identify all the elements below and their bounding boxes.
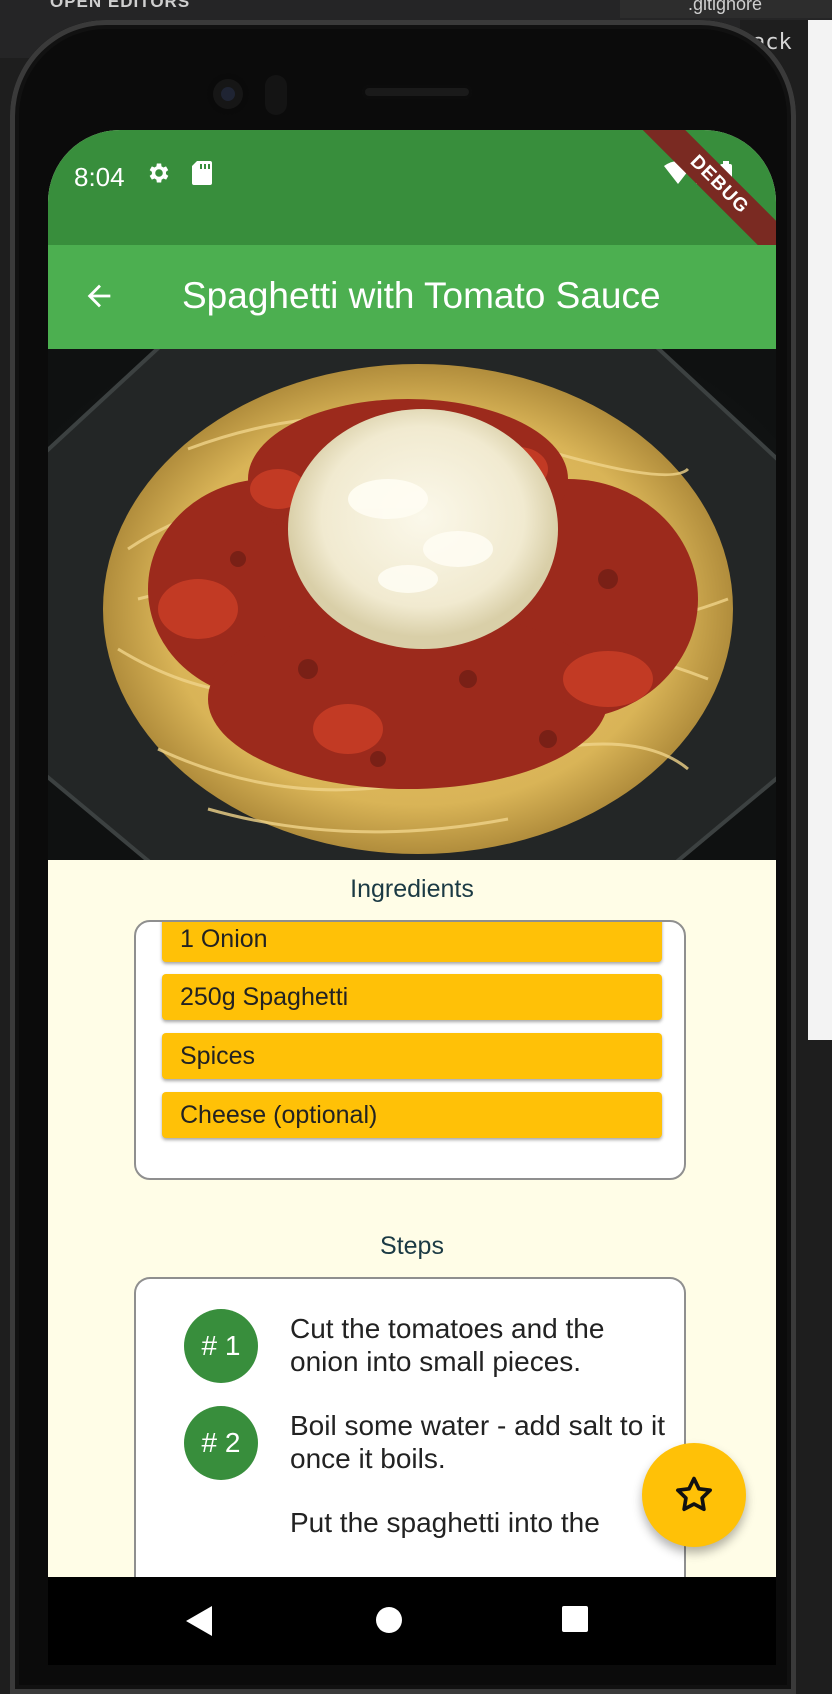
- step-number-badge: # 2: [184, 1406, 258, 1480]
- editor-tab-gitignore[interactable]: .gitignore: [620, 0, 832, 18]
- status-bar: 8:04 DEBUG: [48, 130, 776, 277]
- recents-square-icon[interactable]: [561, 1605, 589, 1638]
- page-title: Spaghetti with Tomato Sauce: [182, 275, 661, 316]
- open-editors-label: OPEN EDITORS: [50, 0, 191, 11]
- editor-tab-label: .gitignore: [688, 0, 763, 14]
- ingredient-item: Spices: [162, 1033, 662, 1079]
- ingredients-card[interactable]: 1 Onion 250g Spaghetti Spices Cheese (optio…: [134, 920, 686, 1180]
- favorite-button[interactable]: [642, 1443, 746, 1547]
- earpiece-speaker: [362, 85, 472, 99]
- ingredient-item: 250g Spaghetti: [162, 974, 662, 1020]
- step-text: Boil some water - add salt to it once it…: [290, 1410, 666, 1474]
- star-outline-icon: [676, 1476, 712, 1512]
- home-circle-icon[interactable]: [374, 1605, 404, 1640]
- sd-card-icon: [191, 160, 213, 191]
- steps-card[interactable]: # 1 Cut the tomatoes and the onion into s…: [134, 1277, 686, 1597]
- front-camera: [207, 73, 249, 115]
- arrow-back-icon[interactable]: [82, 279, 116, 318]
- proximity-sensor: [265, 75, 287, 115]
- ingredients-heading: Ingredients: [350, 875, 474, 903]
- step-text: Put the spaghetti into the: [290, 1507, 600, 1538]
- step-text: Cut the tomatoes and the onion into smal…: [290, 1313, 605, 1377]
- editor-side-panel: [808, 20, 832, 1040]
- step-number-badge: # 1: [184, 1309, 258, 1383]
- ingredient-item: 1 Onion: [162, 922, 662, 962]
- back-triangle-icon[interactable]: [184, 1605, 214, 1642]
- system-nav-bar: [48, 1577, 776, 1665]
- gear-icon: [146, 160, 172, 191]
- phone-frame: 8:04 DEBUG Spaghetti with Tomato Sauce I…: [10, 20, 796, 1694]
- steps-heading: Steps: [380, 1232, 444, 1260]
- app-screen: 8:04 DEBUG Spaghetti with Tomato Sauce I…: [48, 130, 776, 1665]
- recipe-image: [48, 349, 776, 860]
- status-time: 8:04: [74, 162, 125, 192]
- ingredient-item: Cheese (optional): [162, 1092, 662, 1138]
- app-bar: Spaghetti with Tomato Sauce: [48, 245, 776, 349]
